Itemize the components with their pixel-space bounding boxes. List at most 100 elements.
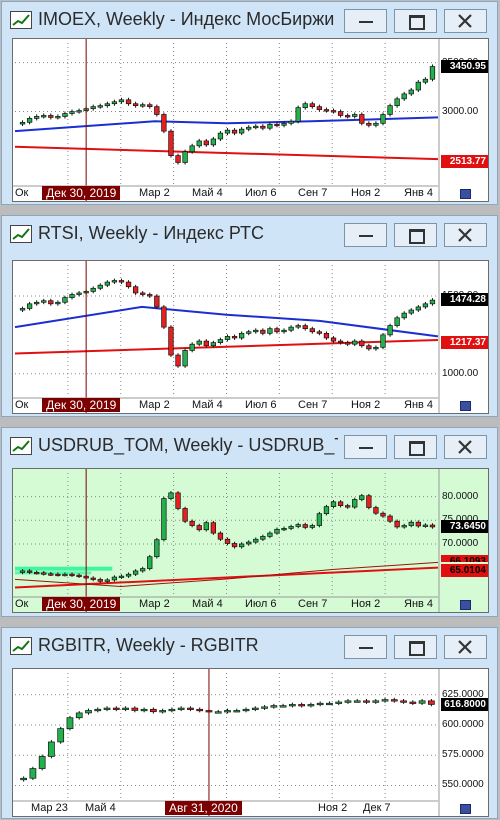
- candle: [104, 101, 110, 108]
- price-chart[interactable]: 1500.001000.001474.281217.37ОкМар 2Май 4…: [12, 260, 489, 414]
- candle-body: [177, 707, 185, 710]
- candle: [154, 537, 160, 559]
- candle-body: [344, 700, 352, 703]
- candle: [125, 97, 132, 106]
- candle: [281, 328, 287, 334]
- candle: [122, 706, 129, 712]
- candle: [352, 339, 358, 347]
- candle-body: [246, 541, 252, 545]
- candle: [224, 128, 231, 136]
- candle-body: [408, 309, 414, 314]
- candle-body: [90, 106, 96, 109]
- candle-body: [76, 574, 82, 578]
- candle-body: [323, 109, 330, 112]
- cursor-date-tag: Дек 30, 2019: [42, 186, 121, 200]
- candle-body: [231, 129, 238, 134]
- candle: [429, 298, 436, 306]
- candle-body: [224, 129, 231, 134]
- candle-body: [242, 708, 250, 712]
- candle: [422, 523, 429, 528]
- maximize-button[interactable]: [394, 635, 437, 659]
- close-button[interactable]: [444, 635, 487, 659]
- title-bar[interactable]: USDRUB_TOM, Weekly - USDRUB_T...: [2, 428, 497, 464]
- candle-body: [140, 104, 146, 107]
- minimize-button[interactable]: [344, 9, 387, 33]
- maximize-button[interactable]: [394, 9, 437, 33]
- candle: [147, 102, 153, 109]
- close-button[interactable]: [444, 9, 487, 33]
- candle-body: [97, 284, 103, 289]
- candle-body: [19, 121, 26, 125]
- candle-body: [363, 700, 370, 703]
- close-button[interactable]: [444, 223, 487, 247]
- candle-body: [103, 707, 111, 710]
- scroll-to-end-button[interactable]: [460, 401, 471, 411]
- x-axis-label: Янв 4: [404, 399, 434, 411]
- maximize-button[interactable]: [394, 435, 437, 459]
- candle-body: [238, 332, 245, 339]
- candle-body: [41, 115, 47, 118]
- minimize-button[interactable]: [344, 223, 387, 247]
- candle-body: [274, 528, 280, 534]
- candle: [69, 109, 75, 116]
- candle-body: [267, 532, 273, 537]
- candle-body: [34, 116, 40, 119]
- title-bar[interactable]: IMOEX, Weekly - Индекс МосБиржи: [2, 2, 497, 38]
- candle-body: [147, 104, 153, 108]
- candle-body: [217, 132, 224, 140]
- candle: [307, 702, 315, 708]
- candle: [260, 124, 266, 131]
- moving-average-tag: 66.1093: [441, 555, 488, 563]
- candle-body: [196, 525, 202, 531]
- candle: [353, 698, 361, 703]
- candle: [175, 491, 181, 511]
- close-icon: [458, 14, 472, 28]
- candle-body: [214, 711, 222, 714]
- candle-body: [373, 507, 379, 514]
- scroll-to-end-button[interactable]: [460, 600, 471, 610]
- candle: [270, 703, 278, 709]
- minimize-button[interactable]: [344, 435, 387, 459]
- price-label: 600.0000: [442, 719, 484, 730]
- title-bar[interactable]: RGBITR, Weekly - RGBITR: [2, 628, 497, 664]
- cursor-date-tag: Дек 30, 2019: [42, 398, 121, 412]
- candle-body: [387, 105, 393, 115]
- candle-body: [267, 328, 273, 334]
- maximize-button[interactable]: [394, 223, 437, 247]
- candle-body: [161, 498, 167, 541]
- candle-body: [75, 712, 83, 719]
- candle: [168, 707, 176, 713]
- candle-body: [104, 103, 110, 107]
- candle: [288, 325, 294, 333]
- price-chart[interactable]: 80.000075.000070.000073.645066.109365.01…: [12, 468, 489, 613]
- candle: [380, 332, 386, 350]
- candles: [19, 278, 436, 368]
- candle-body: [309, 103, 315, 108]
- candle: [196, 707, 204, 713]
- candle: [48, 113, 54, 120]
- title-bar[interactable]: RTSI, Weekly - Индекс РТС: [2, 216, 497, 252]
- candle-body: [253, 125, 259, 129]
- close-button[interactable]: [444, 435, 487, 459]
- candle: [233, 708, 241, 713]
- candle: [76, 291, 82, 297]
- candle-body: [288, 526, 294, 529]
- price-chart[interactable]: 3500.003000.003450.952513.77ОкМар 2Май 4…: [12, 38, 489, 202]
- minimize-button[interactable]: [344, 635, 387, 659]
- candle: [168, 129, 174, 158]
- candle-body: [261, 706, 268, 709]
- candle-body: [69, 294, 75, 298]
- scroll-to-end-button[interactable]: [460, 804, 471, 814]
- candle: [189, 342, 195, 353]
- candle: [323, 107, 330, 113]
- last-price-tag: 1474.28: [441, 293, 488, 307]
- candle-body: [352, 340, 358, 345]
- price-chart[interactable]: 625.0000 600.0000 575.0000 550.0000 616.8000…: [12, 668, 489, 817]
- candle-body: [326, 702, 333, 706]
- candle: [429, 64, 436, 82]
- candle-body: [217, 532, 224, 540]
- scroll-to-end-button[interactable]: [460, 189, 471, 199]
- candle: [309, 101, 315, 109]
- candle: [295, 105, 301, 124]
- candle-body: [359, 495, 365, 500]
